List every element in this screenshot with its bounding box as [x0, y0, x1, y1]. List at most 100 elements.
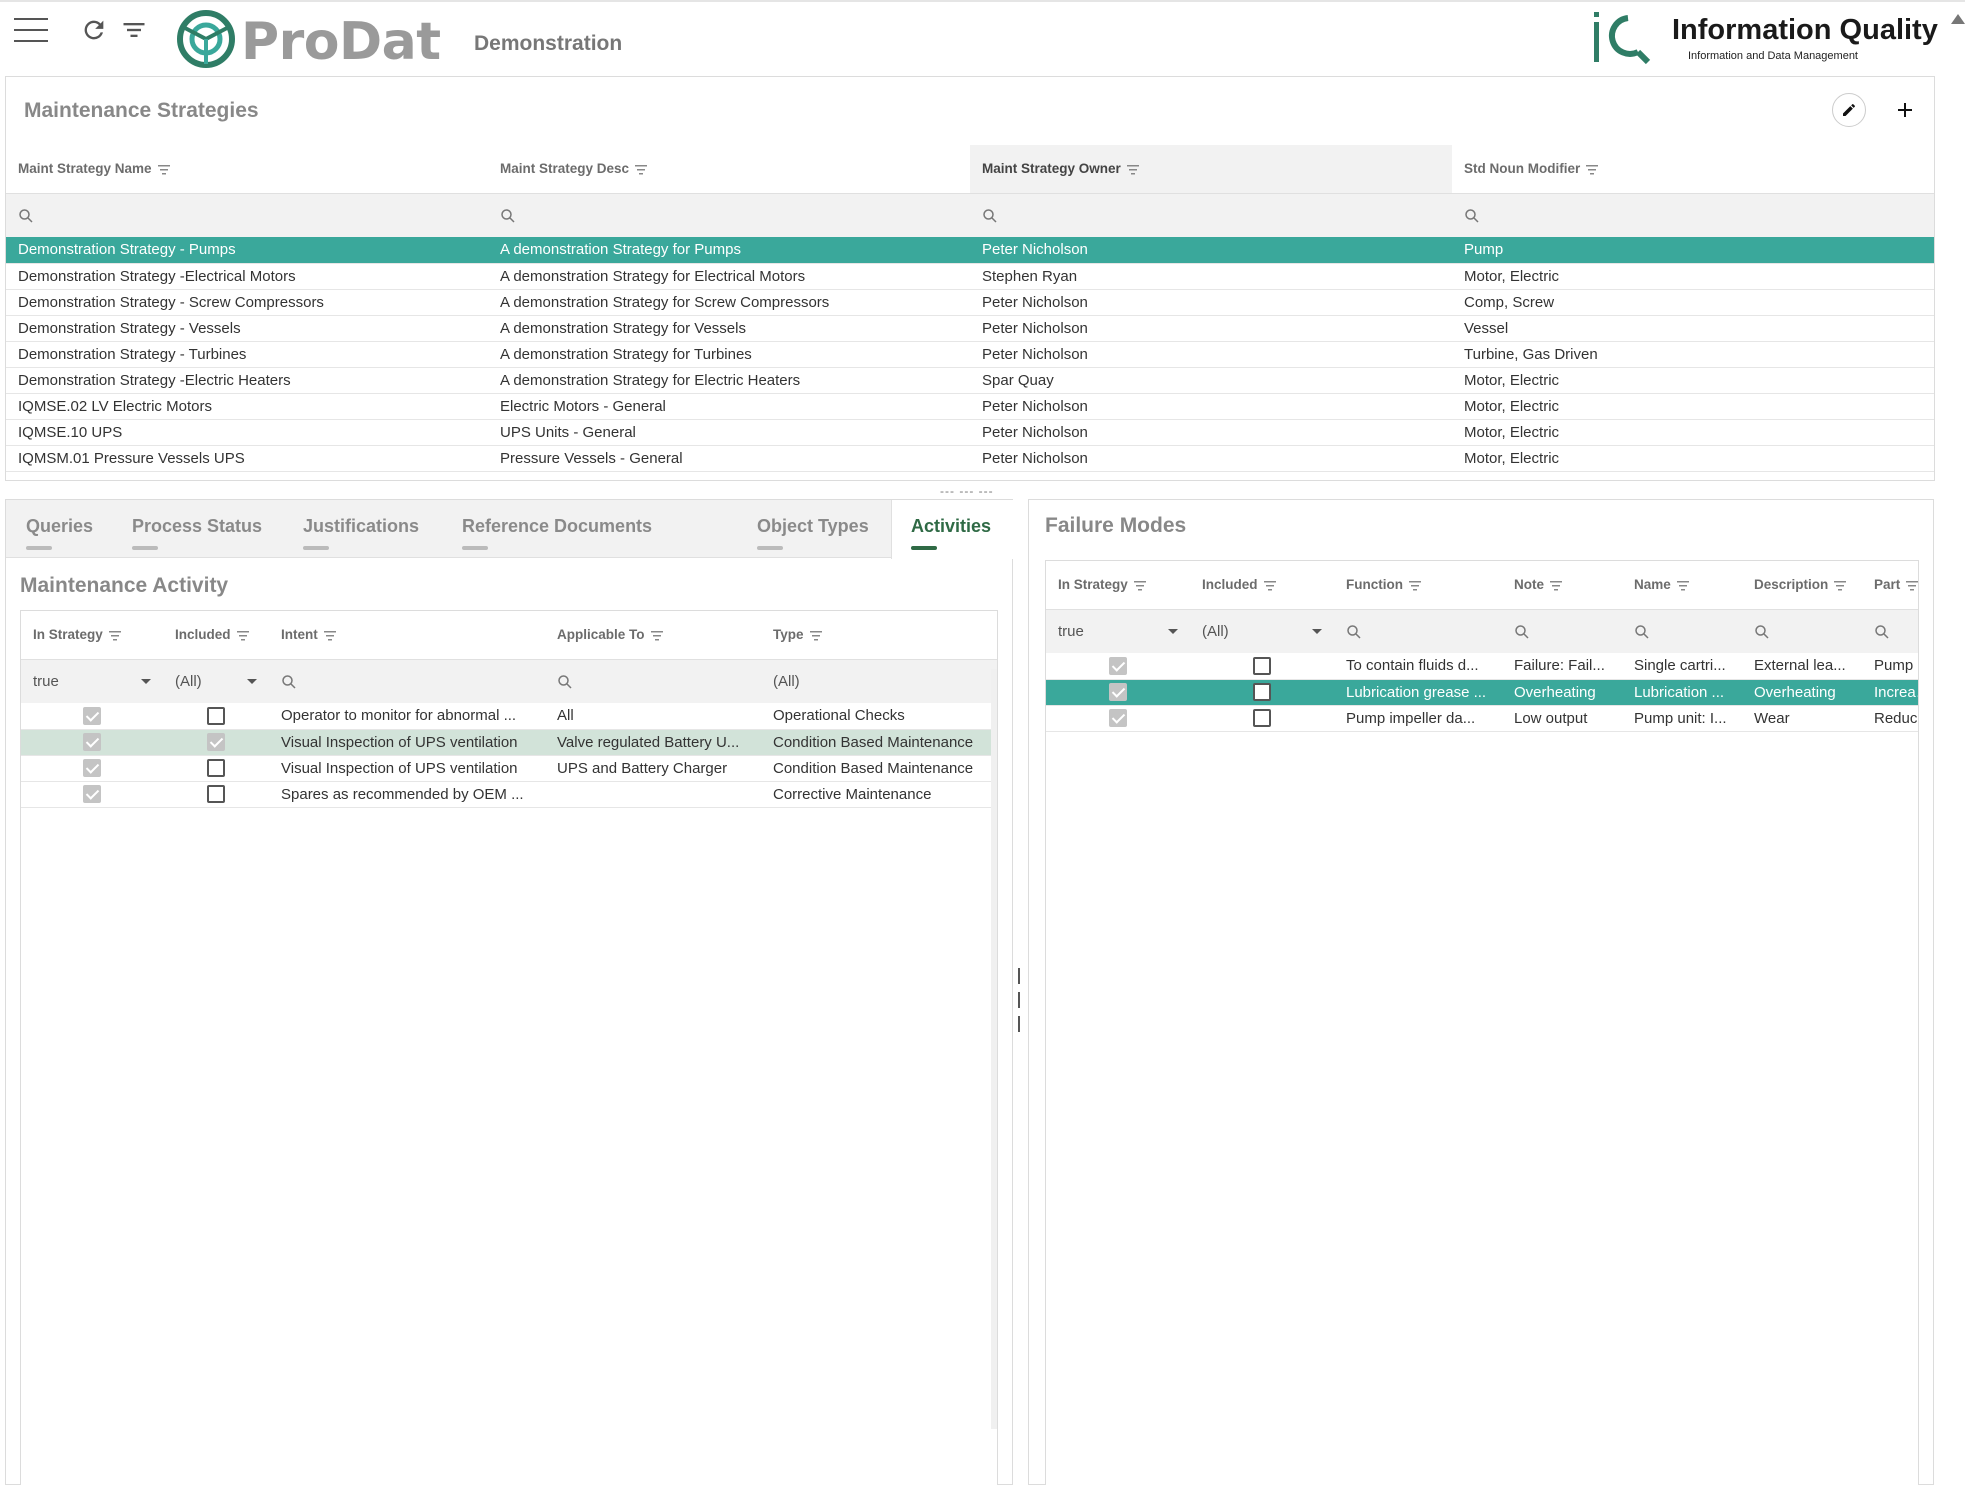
cell: Motor, Electric	[1452, 393, 1934, 420]
column-filter-icon[interactable]	[1586, 164, 1599, 175]
column-search-input[interactable]	[1622, 608, 1742, 653]
table-row[interactable]: To contain fluids d... Failure: Fail... …	[1046, 653, 1918, 680]
column-header[interactable]: Std Noun Modifier	[1452, 145, 1934, 193]
column-filter-icon[interactable]	[1133, 580, 1146, 591]
column-filter-icon[interactable]	[635, 164, 648, 175]
column-search-input[interactable]	[1334, 608, 1502, 653]
column-header[interactable]: Applicable To	[545, 611, 761, 659]
horizontal-splitter[interactable]: --- --- ---	[940, 484, 994, 498]
table-row[interactable]: Demonstration Strategy -Electrical Motor…	[6, 263, 1934, 290]
table-row[interactable]: Operator to monitor for abnormal ... All…	[21, 703, 997, 730]
column-header[interactable]: Included	[1190, 561, 1334, 609]
search-icon	[1635, 625, 1649, 639]
table-row[interactable]: Visual Inspection of UPS ventilation UPS…	[21, 755, 997, 782]
company-logo: Information Quality Information and Data…	[1590, 8, 1960, 68]
table-row[interactable]: Lubrication grease ... Overheating Lubri…	[1046, 679, 1918, 706]
column-search-input[interactable]	[1452, 192, 1934, 237]
column-search-input[interactable]	[1742, 608, 1862, 653]
in-strategy-checkbox	[83, 706, 101, 725]
column-search-input[interactable]	[6, 192, 488, 237]
included-checkbox[interactable]	[207, 785, 225, 804]
in-strategy-filter-dropdown[interactable]: true	[1046, 608, 1190, 653]
tab-reference-documents[interactable]: Reference Documents	[462, 516, 652, 550]
table-row[interactable]: Spares as recommended by OEM ... Correct…	[21, 781, 997, 808]
tab-justifications[interactable]: Justifications	[303, 516, 419, 550]
filter-icon[interactable]	[120, 16, 148, 44]
tab-queries[interactable]: Queries	[26, 516, 93, 550]
column-filter-icon[interactable]	[1834, 580, 1847, 591]
detail-panel: Queries Process Status Justifications Re…	[5, 499, 1013, 1485]
included-checkbox[interactable]	[207, 733, 225, 752]
column-filter-icon[interactable]	[1906, 580, 1918, 591]
column-header[interactable]: Description	[1742, 561, 1862, 609]
cell: A demonstration Strategy for Electrical …	[488, 263, 970, 290]
scrollbar[interactable]	[991, 669, 997, 1429]
table-row[interactable]: Demonstration Strategy - Pumps A demonstr…	[6, 237, 1934, 264]
cell: Spares as recommended by OEM ...	[269, 781, 545, 808]
scroll-up-icon[interactable]	[1951, 14, 1965, 24]
in-strategy-filter-dropdown[interactable]: true	[21, 658, 163, 703]
cell: Demonstration Strategy - Vessels	[6, 315, 488, 342]
table-row[interactable]: IQMSE.02 LV Electric Motors Electric Moto…	[6, 393, 1934, 420]
cell: IQMSE.10 UPS	[6, 419, 488, 446]
column-header[interactable]: Maint Strategy Desc	[488, 145, 970, 193]
column-filter-icon[interactable]	[1550, 580, 1562, 591]
included-checkbox[interactable]	[1253, 656, 1271, 675]
included-checkbox[interactable]	[1253, 683, 1271, 702]
table-row[interactable]: IQMSE.10 UPS UPS Units - General Peter Nic…	[6, 419, 1934, 446]
column-header[interactable]: Name	[1622, 561, 1742, 609]
column-search-input[interactable]	[545, 658, 761, 703]
included-checkbox[interactable]	[207, 706, 225, 725]
cell: UPS and Battery Charger	[545, 755, 761, 782]
column-filter-icon[interactable]	[323, 630, 336, 641]
tab-process-status[interactable]: Process Status	[132, 516, 262, 550]
vertical-splitter[interactable]	[1018, 968, 1022, 1038]
included-checkbox[interactable]	[207, 759, 225, 778]
add-button[interactable]	[1888, 93, 1922, 127]
column-search-input[interactable]	[488, 192, 970, 237]
column-filter-icon[interactable]	[1676, 580, 1689, 591]
column-header[interactable]: Intent	[269, 611, 545, 659]
type-filter-dropdown[interactable]: (All)	[761, 658, 997, 703]
column-search-input[interactable]	[1862, 608, 1918, 653]
cell: Operator to monitor for abnormal ...	[269, 703, 545, 730]
column-filter-icon[interactable]	[108, 630, 121, 641]
pencil-icon	[1843, 104, 1855, 116]
hamburger-menu-icon[interactable]	[14, 18, 48, 44]
tab-activities[interactable]: Activities	[911, 516, 991, 550]
edit-button[interactable]	[1832, 93, 1866, 127]
column-header[interactable]: Maint Strategy Owner	[970, 145, 1452, 193]
column-filter-icon[interactable]	[650, 630, 663, 641]
column-header[interactable]: Maint Strategy Name	[6, 145, 488, 193]
column-header[interactable]: In Strategy	[21, 611, 163, 659]
column-filter-icon[interactable]	[1409, 580, 1421, 591]
column-header[interactable]: Note	[1502, 561, 1622, 609]
column-filter-icon[interactable]	[809, 630, 822, 641]
column-search-input[interactable]	[269, 658, 545, 703]
table-row[interactable]: IQMSM.01 Pressure Vessels UPS Pressure Ve…	[6, 445, 1934, 472]
included-filter-dropdown[interactable]: (All)	[1190, 608, 1334, 653]
column-filter-icon[interactable]	[236, 630, 249, 641]
column-header[interactable]: Type	[761, 611, 997, 659]
table-row[interactable]: Demonstration Strategy - Vessels A demons…	[6, 315, 1934, 342]
table-row[interactable]: Pump impeller da... Low output Pump unit…	[1046, 705, 1918, 732]
column-header[interactable]: Part	[1862, 561, 1918, 609]
table-row[interactable]: Demonstration Strategy - Turbines A demon…	[6, 341, 1934, 368]
included-filter-dropdown[interactable]: (All)	[163, 658, 269, 703]
column-header[interactable]: In Strategy	[1046, 561, 1190, 609]
column-header[interactable]: Function	[1334, 561, 1502, 609]
refresh-icon[interactable]	[80, 16, 108, 44]
column-filter-icon[interactable]	[1263, 580, 1276, 591]
column-filter-icon[interactable]	[157, 164, 170, 175]
column-search-input[interactable]	[970, 192, 1452, 237]
column-filter-icon[interactable]	[1126, 164, 1139, 175]
cell: Comp, Screw	[1452, 289, 1934, 316]
included-checkbox[interactable]	[1253, 709, 1271, 728]
table-row[interactable]: Visual Inspection of UPS ventilation Val…	[21, 729, 997, 756]
table-row[interactable]: Demonstration Strategy -Electric Heaters…	[6, 367, 1934, 394]
tab-object-types[interactable]: Object Types	[757, 516, 869, 550]
column-header[interactable]: Included	[163, 611, 269, 659]
cell: Motor, Electric	[1452, 419, 1934, 446]
column-search-input[interactable]	[1502, 608, 1622, 653]
table-row[interactable]: Demonstration Strategy - Screw Compresso…	[6, 289, 1934, 316]
